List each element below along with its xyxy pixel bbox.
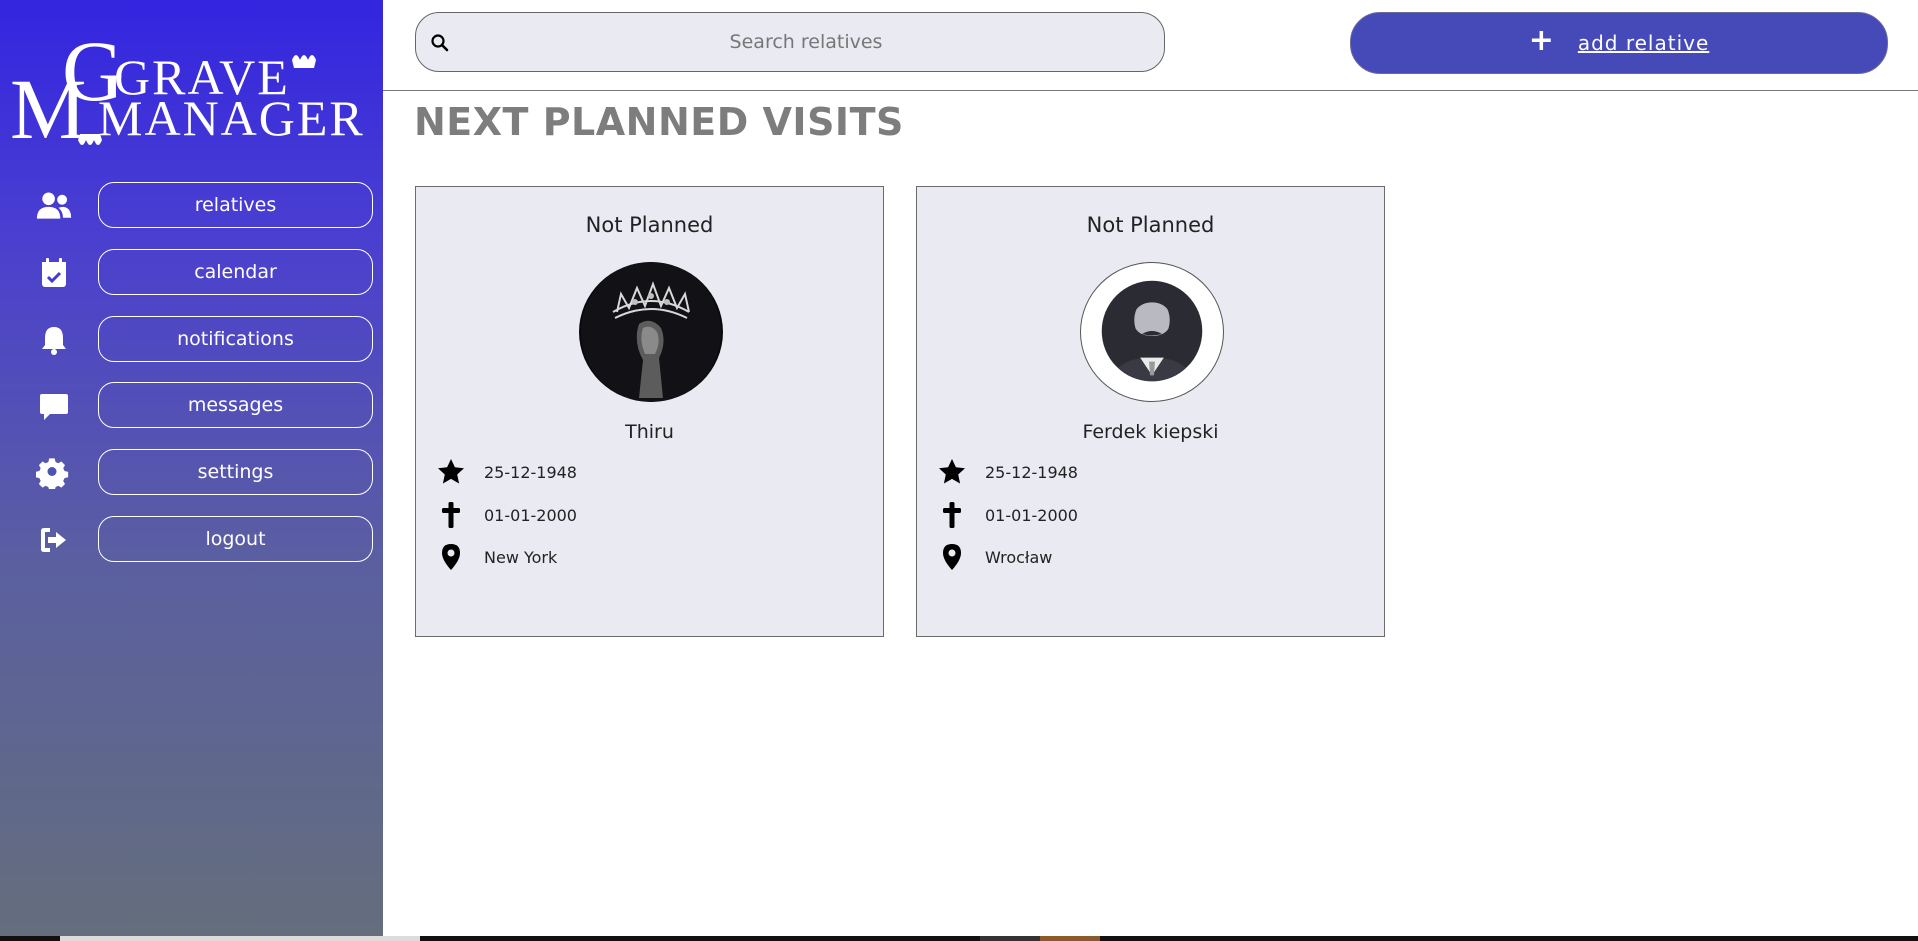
bell-icon (36, 324, 72, 356)
relative-name: Thiru (625, 421, 674, 443)
star-icon (939, 459, 965, 484)
birth-date: 25-12-1948 (484, 462, 577, 482)
birth-date-row: 25-12-1948 (937, 457, 1078, 487)
death-date: 01-01-2000 (985, 505, 1078, 525)
add-relative-button[interactable]: + add relative (1350, 12, 1888, 74)
grave-manager-logo[interactable]: G M GRAVE MANAGER (10, 22, 370, 152)
taskbar-segment (1040, 936, 1100, 941)
logout-icon (36, 524, 72, 556)
location: New York (484, 547, 558, 567)
os-taskbar-strip (0, 936, 1918, 941)
sidebar-item-settings: settings (0, 449, 383, 497)
relative-name: Ferdek kiepski (1082, 421, 1219, 443)
sidebar: G M GRAVE MANAGER relatives calendar not… (0, 0, 383, 941)
relatives-button[interactable]: relatives (98, 182, 373, 228)
logout-button[interactable]: logout (98, 516, 373, 562)
map-pin-icon (442, 544, 460, 570)
top-bar: + add relative (383, 0, 1918, 91)
star-icon (438, 459, 464, 484)
search-icon (431, 34, 449, 52)
birth-date: 25-12-1948 (985, 462, 1078, 482)
logo-text-bottom: MANAGER (98, 90, 365, 146)
search-input[interactable] (466, 13, 1146, 70)
birth-date-row: 25-12-1948 (436, 457, 577, 487)
location: Wrocław (985, 547, 1053, 567)
death-date-row: 01-01-2000 (937, 500, 1078, 530)
visit-status: Not Planned (585, 213, 714, 237)
gear-icon (36, 457, 72, 489)
sidebar-item-calendar: calendar (0, 249, 383, 297)
cross-icon (442, 502, 460, 528)
death-date: 01-01-2000 (484, 505, 577, 525)
sidebar-item-logout: logout (0, 516, 383, 564)
death-date-row: 01-01-2000 (436, 500, 577, 530)
page-title: NEXT PLANNED VISITS (414, 100, 904, 144)
message-icon (36, 390, 72, 422)
taskbar-segment (60, 936, 420, 941)
sidebar-item-relatives: relatives (0, 182, 383, 230)
sidebar-item-messages: messages (0, 382, 383, 430)
visit-card[interactable]: Not Planned Thiru 25-12-1948 01-01-2000 … (415, 186, 884, 637)
visit-status: Not Planned (1086, 213, 1215, 237)
users-icon (36, 190, 72, 222)
settings-button[interactable]: settings (98, 449, 373, 495)
calendar-button[interactable]: calendar (98, 249, 373, 295)
relative-avatar-photo (579, 262, 723, 402)
visit-card[interactable]: Not Planned Ferdek kiepski 25-12-1948 01… (916, 186, 1385, 637)
logo-initial-m: M (10, 61, 86, 152)
location-row: New York (436, 542, 557, 572)
add-relative-label: add relative (1577, 31, 1710, 55)
taskbar-segment (980, 936, 1040, 941)
location-row: Wrocław (937, 542, 1052, 572)
map-pin-icon (943, 544, 961, 570)
search-box (415, 12, 1165, 72)
default-avatar-icon (1080, 262, 1224, 402)
cross-icon (943, 502, 961, 528)
sidebar-item-notifications: notifications (0, 316, 383, 364)
plus-icon: + (1528, 23, 1554, 58)
messages-button[interactable]: messages (98, 382, 373, 428)
notifications-button[interactable]: notifications (98, 316, 373, 362)
calendar-check-icon (36, 257, 72, 289)
app-root: G M GRAVE MANAGER relatives calendar not… (0, 0, 1918, 941)
